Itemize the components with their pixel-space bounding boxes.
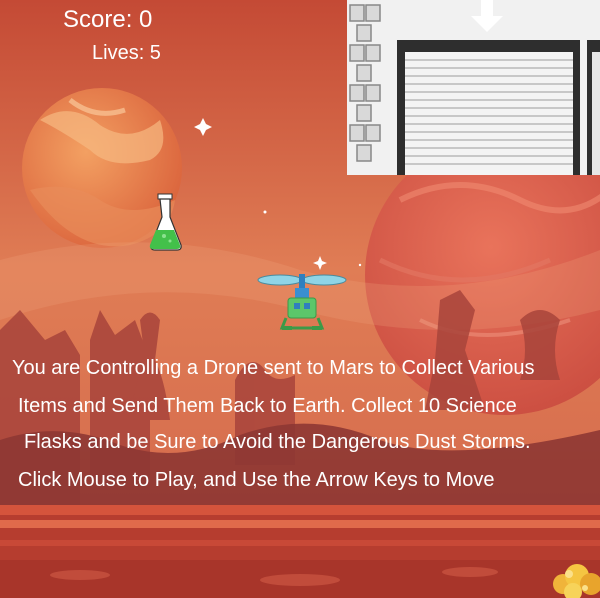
- science-flask-icon[interactable]: [148, 192, 184, 252]
- score-display: Score: 0: [63, 6, 153, 33]
- drone-icon: [257, 274, 347, 330]
- instruction-line: Click Mouse to Play, and Use the Arrow K…: [18, 469, 495, 491]
- game-canvas[interactable]: Score: 0 Lives: 5 You are Controlling a …: [0, 0, 600, 598]
- lives-display: Lives: 5: [92, 42, 161, 64]
- dust-storm-icon: [553, 564, 600, 598]
- earth-base-garage-icon: [347, 0, 600, 175]
- instruction-line: Flasks and be Sure to Avoid the Dangerou…: [24, 431, 531, 453]
- ground-surface: [0, 505, 600, 598]
- instruction-line: You are Controlling a Drone sent to Mars…: [12, 357, 535, 379]
- instruction-line: Items and Send Them Back to Earth. Colle…: [18, 395, 517, 417]
